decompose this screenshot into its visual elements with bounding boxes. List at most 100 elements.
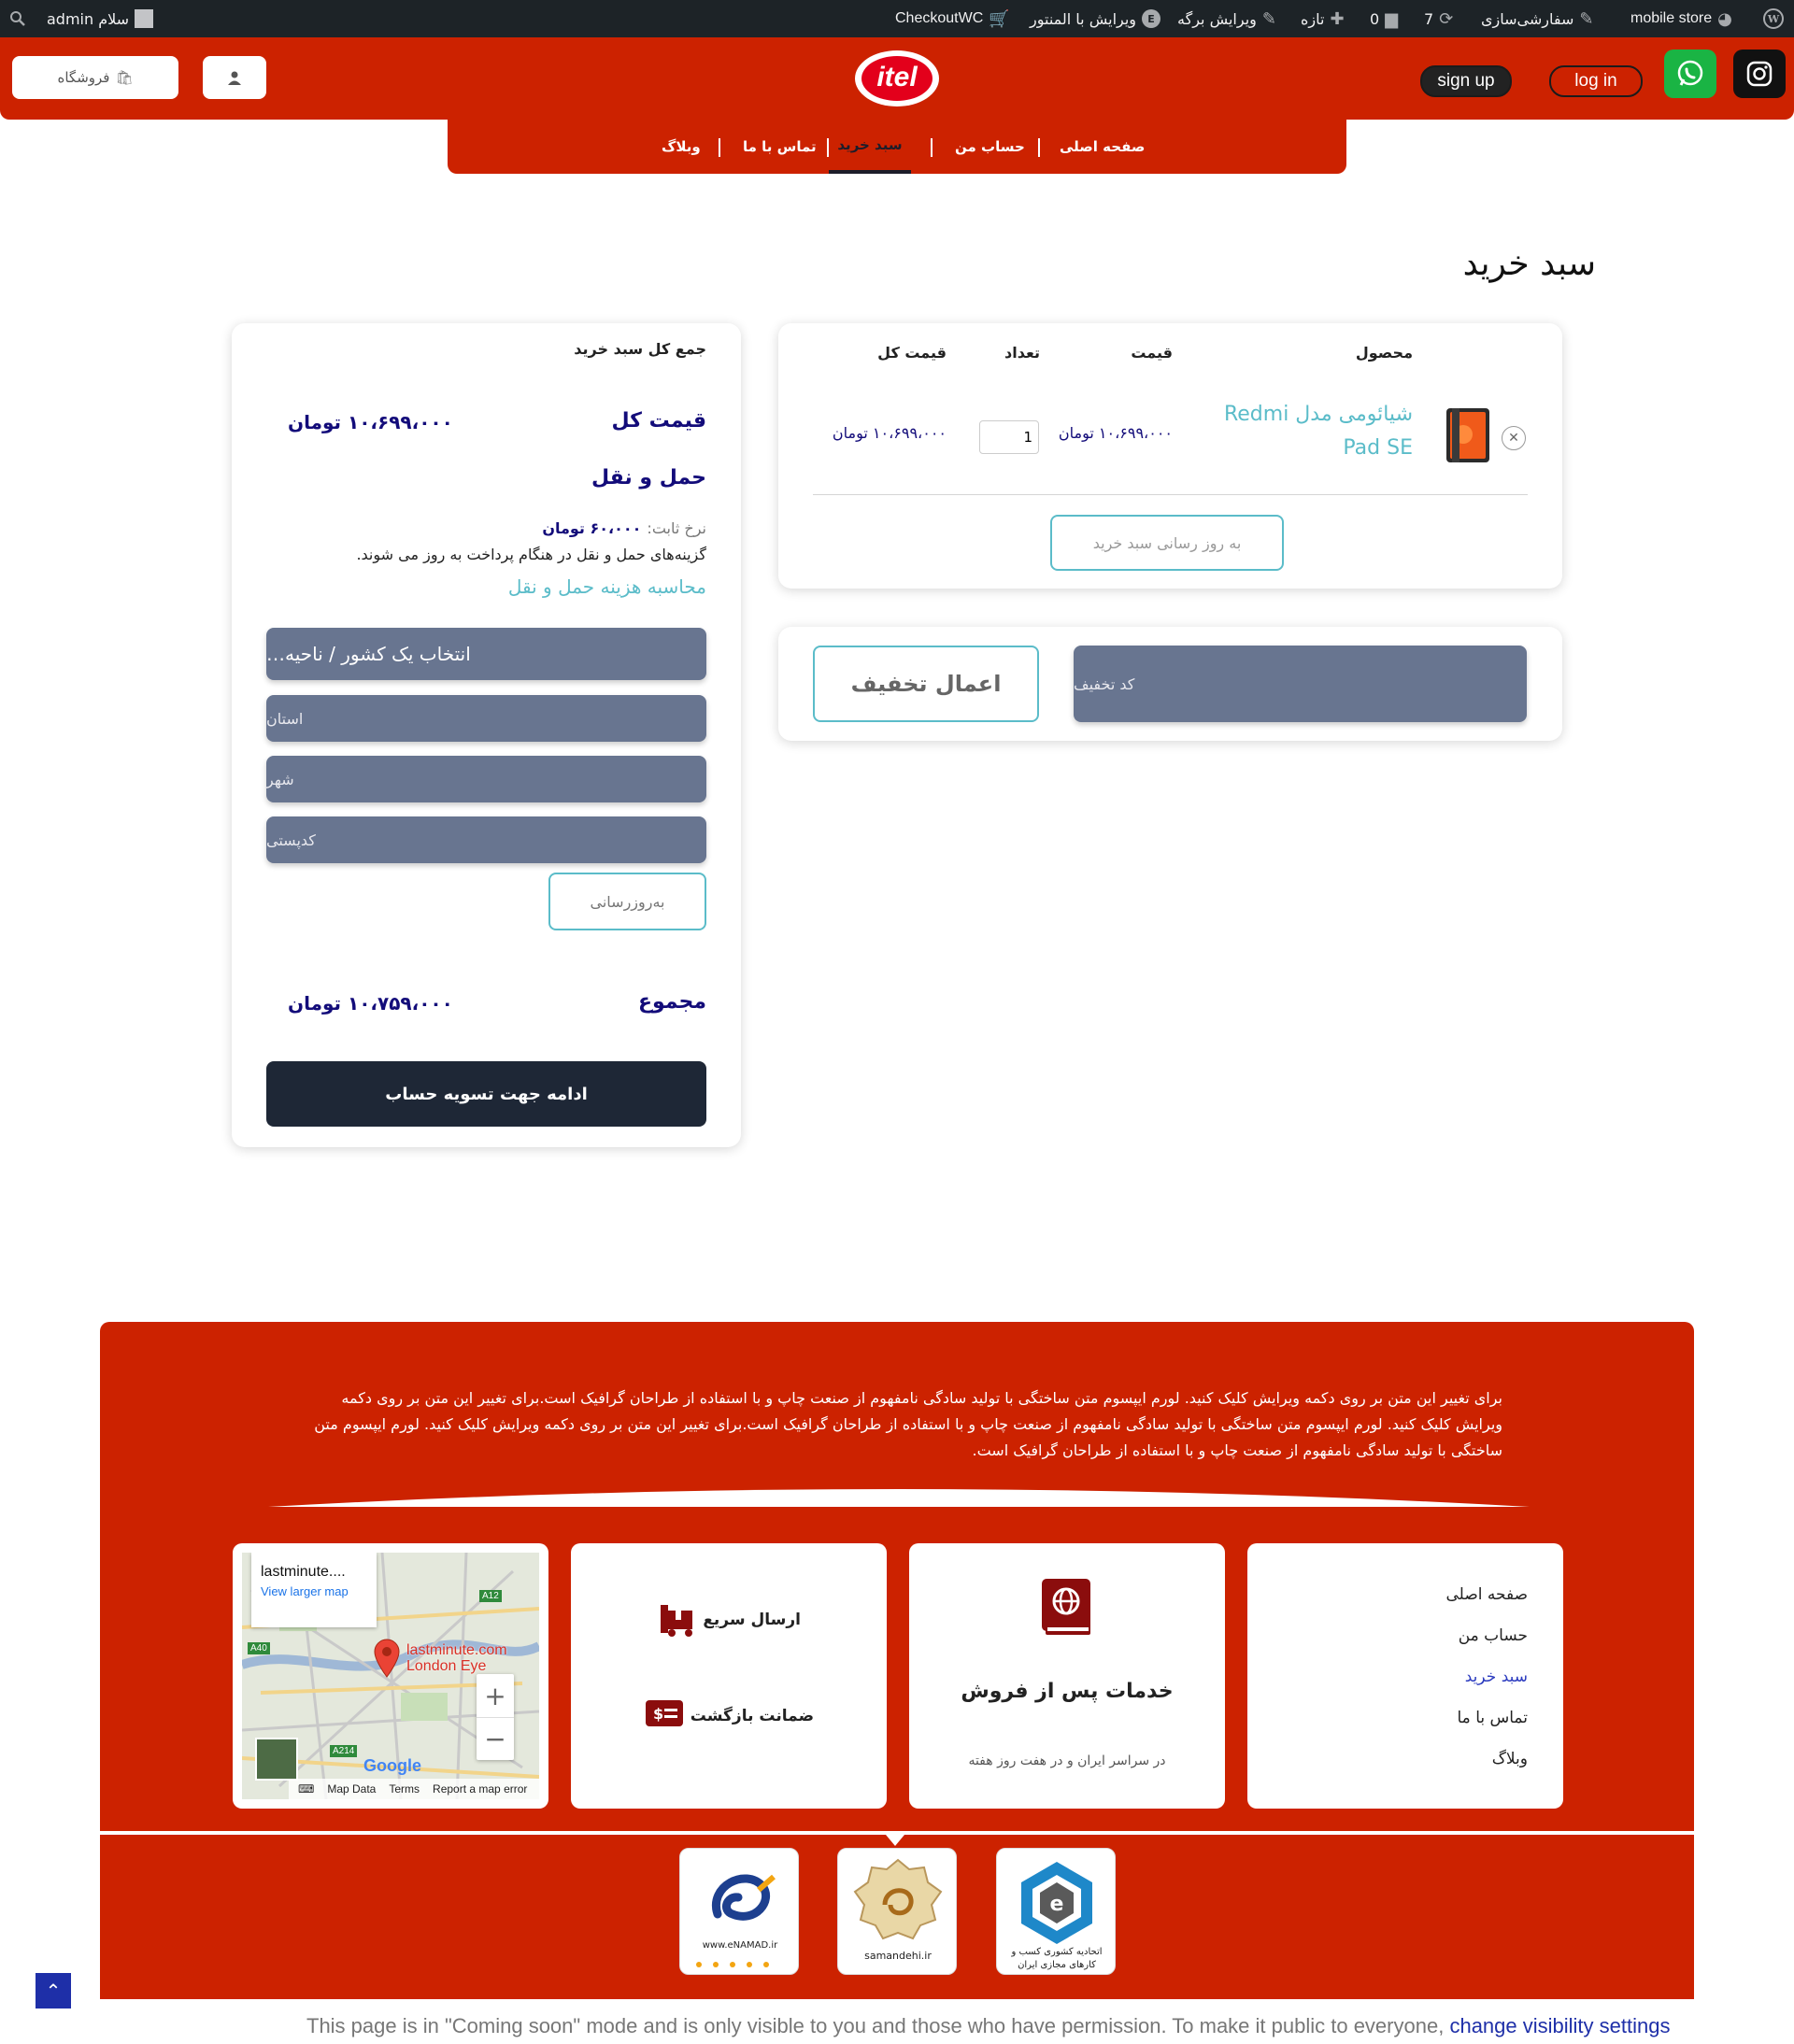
map-data-link[interactable]: Map Data (327, 1782, 376, 1796)
pencil-icon: ✎ (1261, 8, 1276, 29)
shipping-title: حمل و نقل (591, 466, 706, 490)
product-name-link[interactable]: شیائومی مدل Redmi Pad SE (1207, 398, 1413, 465)
site-logo[interactable]: itel (853, 49, 941, 108)
city-input[interactable]: شهر (266, 756, 706, 802)
svg-text:W: W (1767, 13, 1780, 25)
updates-link[interactable]: 7 ⟳ (1424, 0, 1453, 37)
shop-button[interactable]: 🛍 فروشگاه (12, 56, 178, 99)
apply-coupon-label: اعمال تخفیف (850, 671, 1002, 697)
svg-text:$: $ (653, 1705, 663, 1723)
instagram-button[interactable] (1733, 50, 1786, 98)
coupon-placeholder: کد تخفیف (1074, 674, 1135, 693)
product-thumbnail[interactable] (1443, 406, 1493, 464)
nav-divider (719, 138, 720, 157)
nav-label: تماس با ما (743, 138, 817, 155)
map-footer: ⌨ Map Data Terms Report a map error (289, 1779, 539, 1799)
view-larger-map-link[interactable]: View larger map (261, 1584, 367, 1598)
footer-link-home[interactable]: صفحه اصلی (1446, 1585, 1528, 1604)
totals-title: جمع کل سبد خرید (574, 340, 706, 358)
update-shipping-label: به‌روزرسانی (590, 892, 665, 911)
subtotal-value: ۱۰،۶۹۹،۰۰۰ تومان (288, 411, 453, 433)
my-account-link[interactable]: سلام admin (47, 0, 154, 37)
etehadieh-seal-text: اتحادیه کشوری کسب و کارهای مجازی ایران (1011, 1947, 1103, 1970)
nav-item-home[interactable]: صفحه اصلی (1060, 120, 1145, 174)
money-icon: $ (646, 1700, 683, 1726)
samandehi-seal[interactable]: samandehi.ir (837, 1848, 957, 1975)
remove-item-button[interactable]: ✕ (1502, 426, 1526, 450)
search-icon[interactable] (9, 0, 26, 37)
road-label-a214: A214 (330, 1745, 358, 1757)
google-logo: Google (363, 1756, 421, 1775)
comments-link[interactable]: 0 ▆ (1370, 0, 1398, 37)
edit-page-link[interactable]: ✎ ویرایش برگه (1177, 0, 1276, 37)
login-button[interactable]: log in (1549, 65, 1643, 97)
footer-link-cart[interactable]: سبد خرید (1465, 1668, 1528, 1686)
footer-notch (886, 1835, 904, 1846)
visibility-settings-link[interactable]: change visibility settings (1449, 2014, 1670, 2037)
edit-elementor-link[interactable]: E ویرایش با المنتور (1030, 0, 1161, 37)
wordpress-icon[interactable]: W (1762, 0, 1785, 37)
flat-rate-label: نرخ ثابت: (647, 519, 706, 537)
book-globe-icon (1042, 1579, 1090, 1635)
footer-divider (268, 1489, 1530, 1507)
zoom-out-button[interactable]: − (477, 1717, 514, 1760)
road-label-a40: A40 (248, 1642, 270, 1654)
brush-icon: ✎ (1579, 8, 1594, 29)
after-sales-title: خدمات پس از فروش (961, 1680, 1174, 1703)
plus-icon: ✚ (1330, 8, 1345, 29)
site-header: 🛍 فروشگاه itel sign up log in (0, 37, 1794, 120)
country-select[interactable]: انتخاب یک کشور / ناحیه… (266, 628, 706, 680)
signup-label: sign up (1437, 71, 1495, 91)
row-divider (813, 494, 1528, 495)
quantity-input[interactable] (979, 420, 1039, 454)
enamad-seal[interactable]: www.eNAMAD.ir (679, 1848, 799, 1975)
subtotal-label: قیمت کل (611, 409, 706, 433)
calculate-shipping-link[interactable]: محاسبه هزینه حمل و نقل (508, 575, 706, 598)
scroll-top-button[interactable]: ⌃ (36, 1973, 71, 2009)
whatsapp-button[interactable] (1664, 50, 1716, 98)
postcode-placeholder: کدپستی (266, 830, 316, 849)
nav-item-account[interactable]: حساب من (955, 120, 1025, 174)
product-subtotal: ۱۰،۶۹۹،۰۰۰ تومان (832, 424, 947, 442)
map-report-link[interactable]: Report a map error (433, 1782, 527, 1796)
coupon-input[interactable]: کد تخفیف (1074, 646, 1527, 722)
etehadieh-seal[interactable]: e اتحادیه کشوری کسب و کارهای مجازی ایران (996, 1848, 1116, 1975)
site-name-link[interactable]: mobile store ◕ (1630, 0, 1732, 37)
signup-button[interactable]: sign up (1420, 65, 1512, 97)
checkoutwc-link[interactable]: CheckoutWC 🛒 (895, 0, 1010, 37)
nav-item-cart[interactable]: سبد خرید (829, 120, 911, 174)
checkout-button[interactable]: ادامه جهت تسویه حساب (266, 1061, 706, 1127)
update-cart-button[interactable]: به روز رسانی سبد خرید (1050, 515, 1284, 571)
customize-link[interactable]: ✎ سفارشی‌سازی (1481, 0, 1593, 37)
flat-rate-value: ۶۰،۰۰۰ تومان (542, 519, 642, 537)
postcode-input[interactable]: کدپستی (266, 816, 706, 863)
footer-link-contact[interactable]: تماس با ما (1458, 1709, 1529, 1727)
map-pin-icon[interactable] (373, 1639, 401, 1678)
footer-link-blog[interactable]: وبلاگ (1492, 1750, 1528, 1768)
edit-elementor-label: ویرایش با المنتور (1030, 9, 1137, 28)
new-content-link[interactable]: ✚ تازه (1301, 0, 1345, 37)
state-input[interactable]: استان (266, 695, 706, 742)
satellite-toggle[interactable] (255, 1738, 298, 1781)
update-shipping-button[interactable]: به‌روزرسانی (548, 873, 706, 930)
user-button[interactable] (203, 56, 266, 99)
embedded-map[interactable]: lastminute.... View larger map A40 A12 A… (242, 1553, 539, 1799)
greeting-label: سلام admin (47, 9, 130, 28)
map-info-box: lastminute.... View larger map (251, 1553, 377, 1627)
map-terms-link[interactable]: Terms (389, 1782, 420, 1796)
login-label: log in (1574, 71, 1617, 91)
footer-link-account[interactable]: حساب من (1459, 1626, 1528, 1645)
nav-item-contact[interactable]: تماس با ما (743, 120, 817, 174)
site-footer: برای تغییر این متن بر روی دکمه ویرایش کل… (100, 1322, 1694, 1835)
zoom-in-button[interactable]: + (477, 1674, 514, 1717)
map-pin-label-line2: London Eye (406, 1658, 487, 1674)
instagram-icon (1746, 61, 1773, 87)
elementor-icon: E (1142, 9, 1161, 28)
nav-item-blog[interactable]: وبلاگ (662, 120, 701, 174)
apply-coupon-button[interactable]: اعمال تخفیف (813, 646, 1039, 722)
coupon-card: کد تخفیف اعمال تخفیف (778, 627, 1562, 741)
coming-soon-text: This page is in "Coming soon" mode and i… (306, 2014, 1445, 2037)
samandehi-seal-text: samandehi.ir (864, 1950, 932, 1962)
fast-shipping-label: ارسال سریع (703, 1611, 801, 1629)
nav-label: صفحه اصلی (1060, 138, 1146, 155)
